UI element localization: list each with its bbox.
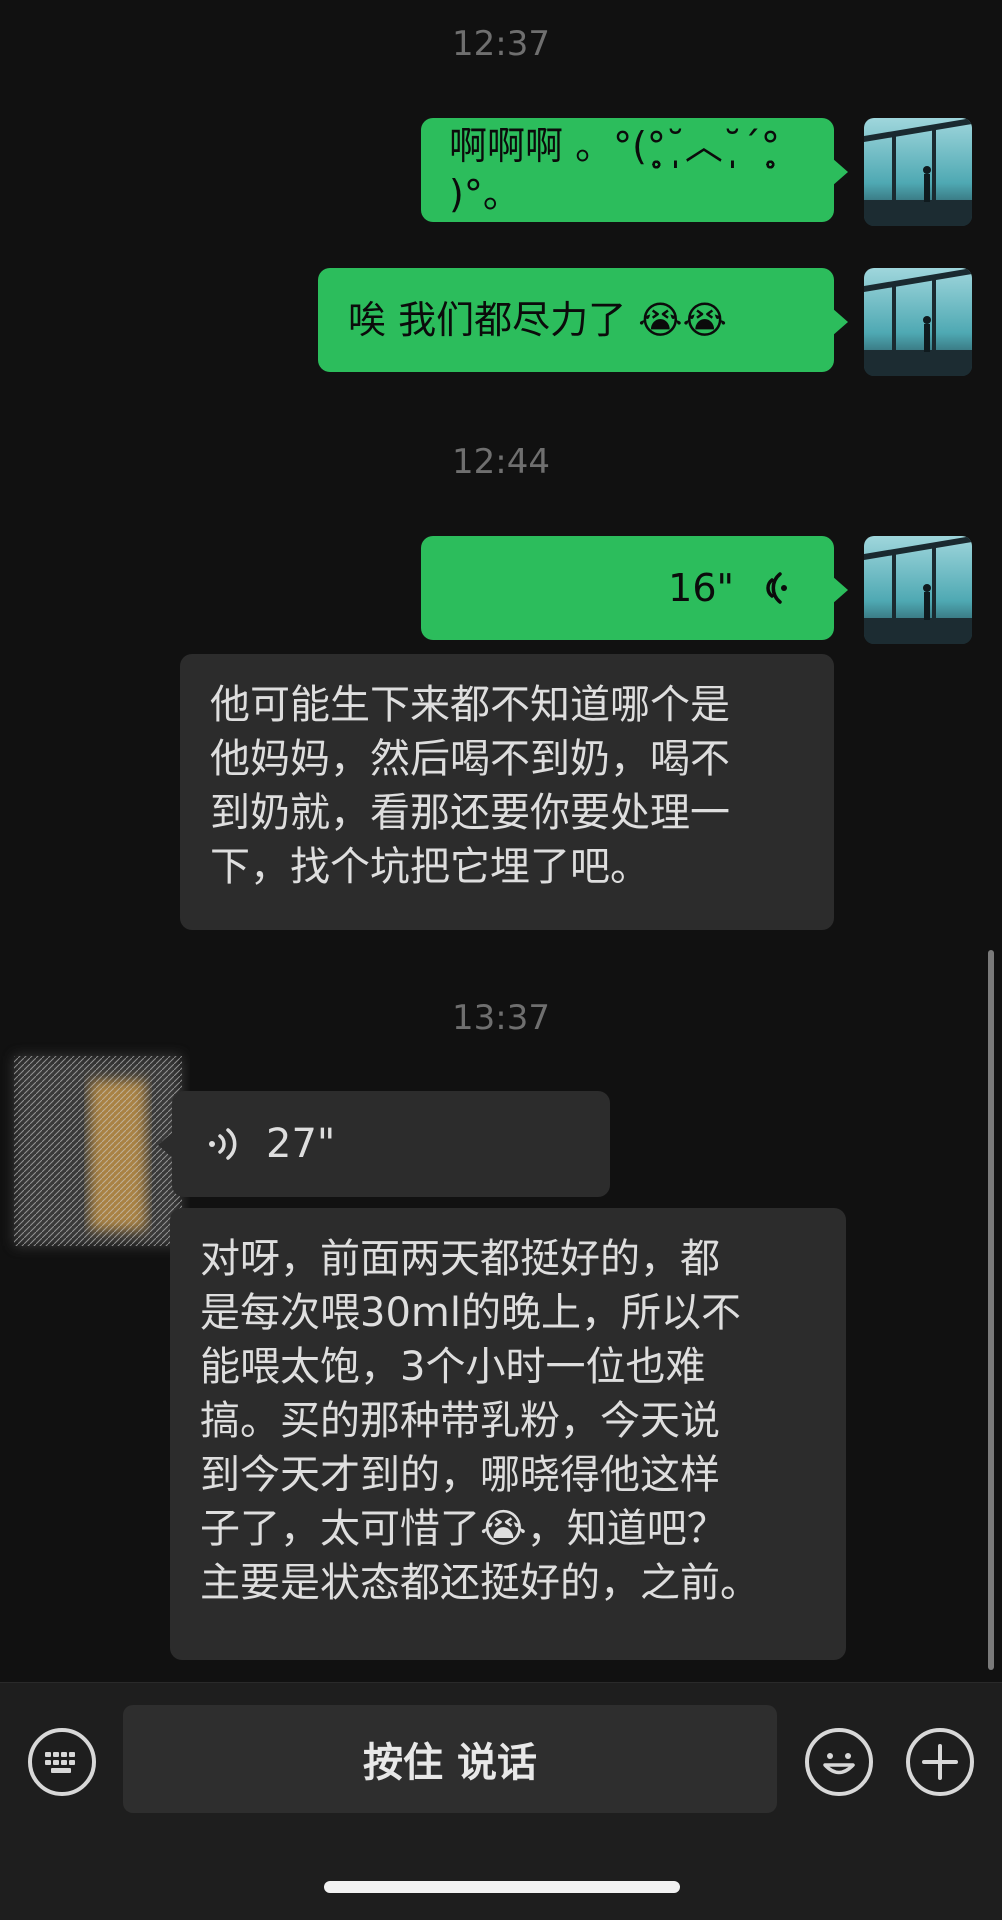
voice-transcription[interactable]: 对呀，前面两天都挺好的，都 是每次喂30ml的晚上，所以不 能喂太饱，3个小时一… (170, 1208, 846, 1660)
keyboard-button[interactable] (28, 1728, 96, 1796)
plus-icon (922, 1744, 958, 1780)
timestamp: 12:44 (452, 442, 550, 482)
sent-voice-message[interactable]: 16" (421, 536, 848, 640)
input-bar: 按住 说话 (0, 1682, 1002, 1920)
received-voice-message[interactable]: 27" (158, 1091, 610, 1197)
timestamp: 12:37 (452, 24, 550, 64)
my-avatar[interactable] (864, 118, 972, 226)
my-avatar[interactable] (864, 268, 972, 376)
sent-message-bubble[interactable]: 唉 我们都尽力了 😭😭 (318, 268, 848, 372)
sent-message-bubble[interactable]: 啊啊啊 。°(°̥̥̥̥̥̥̥̥˘̩̩̩̩̩̩︿˘̩̩̩̩̩̩̩ˊ°̥̥̥̥̥̥… (421, 118, 848, 222)
keyboard-icon (45, 1752, 75, 1773)
my-avatar[interactable] (864, 536, 972, 644)
chat-screen: 12:37 啊啊啊 。°(°̥̥̥̥̥̥̥̥˘̩̩̩̩̩̩︿˘̩̩̩̩̩̩̩ˊ°… (0, 0, 1002, 1920)
message-text: 他可能生下来都不知道哪个是 他妈妈，然后喝不到奶，喝不 到奶就，看那还要你要处理… (210, 682, 730, 890)
message-text: 啊啊啊 。°(°̥̥̥̥̥̥̥̥˘̩̩̩̩̩̩︿˘̩̩̩̩̩̩̩ˊ°̥̥̥̥̥̥… (449, 124, 780, 216)
message-text: 对呀，前面两天都挺好的，都 是每次喂30ml的晚上，所以不 能喂太饱，3个小时一… (200, 1236, 760, 1606)
voice-wave-icon (754, 568, 794, 608)
emoji-button[interactable] (805, 1728, 873, 1796)
voice-wave-icon (202, 1124, 242, 1164)
voice-duration: 27" (266, 1121, 336, 1167)
timestamp: 13:37 (452, 998, 550, 1038)
voice-transcription[interactable]: 他可能生下来都不知道哪个是 他妈妈，然后喝不到奶，喝不 到奶就，看那还要你要处理… (180, 654, 834, 930)
voice-duration: 16" (668, 566, 734, 610)
message-text: 唉 我们都尽力了 😭😭 (348, 298, 727, 342)
hold-to-talk-button[interactable]: 按住 说话 (123, 1705, 777, 1813)
scrollbar[interactable] (988, 950, 994, 1670)
home-indicator[interactable] (324, 1881, 680, 1893)
emoji-icon (823, 1753, 855, 1775)
more-button[interactable] (906, 1728, 974, 1796)
